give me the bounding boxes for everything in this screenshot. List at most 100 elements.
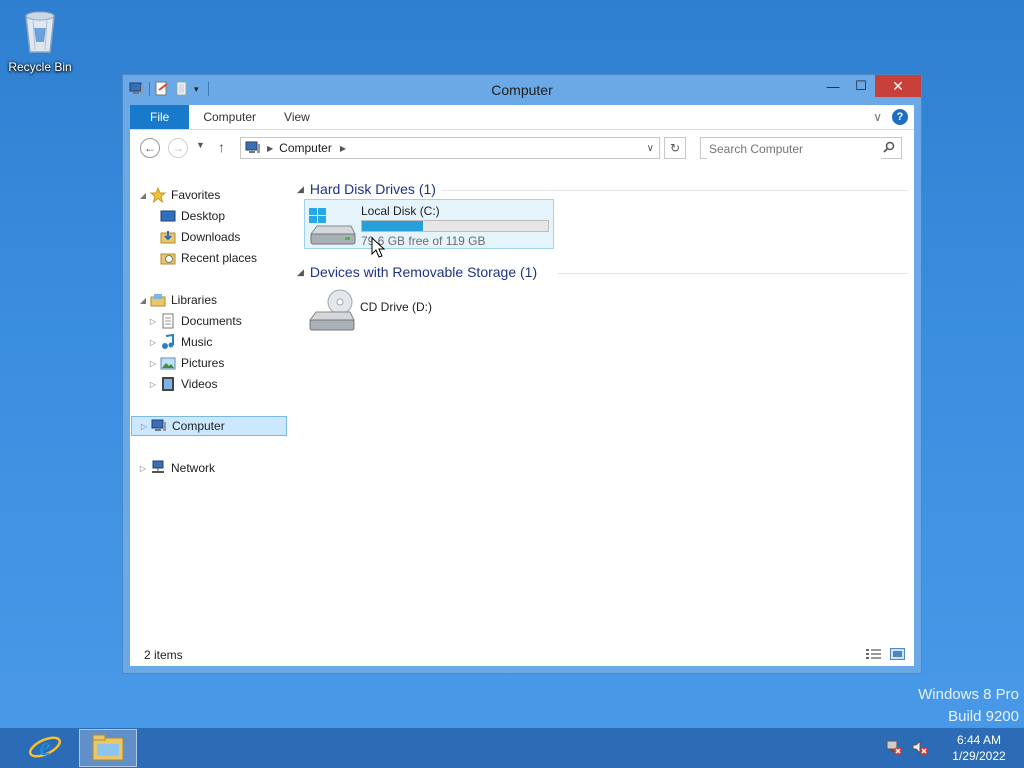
nav-computer[interactable]: ▷ Computer [131,416,287,436]
window-body: File Computer View ∨ ? ← → ▼ ↑ ▶ Compute… [130,105,914,666]
nav-favorites[interactable]: ◢ Favorites [138,185,220,205]
breadcrumb-chevron-icon[interactable]: ▶ [340,144,346,153]
status-bar: 2 items [130,644,914,666]
tab-view[interactable]: View [270,105,324,129]
videos-icon [160,376,176,392]
collapse-arrow-icon[interactable]: ◢ [138,191,148,200]
taskbar-file-explorer[interactable] [79,729,137,767]
group-divider [558,273,908,274]
expand-arrow-icon[interactable]: ▷ [148,338,158,347]
tab-computer[interactable]: Computer [189,105,270,129]
network-icon [150,460,166,476]
nav-libraries[interactable]: ◢ Libraries [138,290,217,310]
nav-network[interactable]: ▷ Network [138,458,215,478]
drive-usage-bar [361,220,549,232]
drive-local-disk-c[interactable]: Local Disk (C:) 79.6 GB free of 119 GB [304,199,554,249]
up-arrow-icon[interactable]: ↑ [218,139,225,155]
nav-pictures[interactable]: ▷ Pictures [148,353,224,373]
address-dropdown-icon[interactable]: ∨ [647,143,654,154]
libraries-icon [150,292,166,308]
large-icons-view-icon[interactable] [890,648,906,663]
expand-arrow-icon[interactable]: ▷ [138,464,148,473]
clock-time: 6:44 AM [956,733,1002,747]
item-count: 2 items [144,648,183,662]
computer-small-icon [245,141,260,153]
navigation-pane: ◢ Favorites Desktop Downloads Recent pla… [130,166,295,644]
close-button[interactable]: ✕ [875,75,921,97]
collapse-arrow-icon[interactable]: ◢ [138,296,148,305]
clock-date: 1/29/2022 [952,749,1006,763]
watermark-edition: Windows 8 Pro [918,686,1019,703]
drive-cd-drive-d[interactable]: CD Drive (D:) [304,284,554,334]
nav-documents[interactable]: ▷ Documents [148,311,242,331]
collapse-arrow-icon[interactable]: ◢ [297,184,304,195]
breadcrumb-separator-icon[interactable]: ▶ [267,144,273,153]
computer-icon [151,418,167,434]
back-button[interactable]: ← [140,138,160,158]
network-status-icon[interactable] [886,739,902,758]
svg-text:e: e [39,732,51,761]
details-view-icon[interactable] [866,648,882,663]
volume-muted-icon[interactable] [912,739,928,758]
taskbar: e 6:44 AM 1/29/2022 [0,727,1024,768]
nav-music[interactable]: ▷ Music [148,332,212,352]
recycle-bin-icon [20,6,60,56]
expand-arrow-icon[interactable]: ▷ [139,422,149,431]
drive-name: Local Disk (C:) [361,204,440,218]
address-row: ← → ▼ ↑ ▶ Computer ▶ ∨ ↻ [130,130,914,166]
search-box[interactable] [700,137,902,159]
nav-recent-places[interactable]: Recent places [158,248,257,268]
drive-name: CD Drive (D:) [360,300,432,314]
explorer-window: ▾ Computer — ☐ ✕ File Computer View ∨ ? … [122,74,922,674]
ribbon-tabs: File Computer View ∨ ? [130,105,914,130]
documents-icon [160,313,176,329]
system-tray: 6:44 AM 1/29/2022 [886,728,1024,768]
minimize-button[interactable]: — [819,75,847,97]
search-icon[interactable] [883,141,895,156]
group-header-removable-storage[interactable]: ◢ Devices with Removable Storage (1) [297,262,537,282]
expand-arrow-icon[interactable]: ▷ [148,317,158,326]
watermark-build: Build 9200 [948,708,1019,725]
title-bar[interactable]: ▾ Computer — ☐ ✕ [123,75,921,105]
drive-usage-fill [362,221,424,231]
star-icon [149,186,167,204]
hard-drive-icon [307,206,357,249]
expand-arrow-icon[interactable]: ▷ [148,359,158,368]
group-divider [441,190,908,191]
nav-videos[interactable]: ▷ Videos [148,374,217,394]
group-header-hard-disk-drives[interactable]: ◢ Hard Disk Drives (1) [297,179,436,199]
recent-places-icon [160,250,176,266]
desktop-icon [160,208,176,224]
content-pane: ◢ Hard Disk Drives (1) Local Disk (C:) 7… [297,166,914,644]
nav-desktop[interactable]: Desktop [158,206,225,226]
pictures-icon [160,355,176,371]
music-icon [160,333,176,350]
window-title: Computer [491,82,553,98]
recycle-bin-desktop-icon[interactable]: Recycle Bin [6,6,74,74]
expand-ribbon-button[interactable]: ∨ [873,110,882,124]
clock[interactable]: 6:44 AM 1/29/2022 [934,732,1024,764]
nav-downloads[interactable]: Downloads [158,227,240,247]
maximize-button[interactable]: ☐ [847,75,875,97]
mouse-cursor-icon [371,236,387,262]
recent-locations-icon[interactable]: ▼ [196,140,205,150]
cd-drive-icon [306,288,356,335]
collapse-arrow-icon[interactable]: ◢ [297,267,304,278]
address-bar[interactable]: ▶ Computer ▶ ∨ [240,137,660,159]
expand-arrow-icon[interactable]: ▷ [148,380,158,389]
taskbar-internet-explorer[interactable]: e [16,729,74,767]
help-button[interactable]: ? [892,109,908,125]
search-input[interactable] [707,139,881,159]
recycle-bin-label: Recycle Bin [8,60,72,74]
forward-button[interactable]: → [168,138,188,158]
forward-arrow-icon: → [172,141,184,155]
back-arrow-icon: ← [144,141,156,155]
refresh-icon: ↻ [669,141,681,155]
tab-file[interactable]: File [130,105,190,129]
internet-explorer-icon: e [28,730,62,767]
breadcrumb-computer[interactable]: Computer [279,141,332,155]
downloads-icon [160,229,176,245]
refresh-button[interactable]: ↻ [664,137,686,159]
folder-icon [91,732,125,765]
windows-watermark: Windows 8 Pro Build 9200 [918,684,1019,728]
